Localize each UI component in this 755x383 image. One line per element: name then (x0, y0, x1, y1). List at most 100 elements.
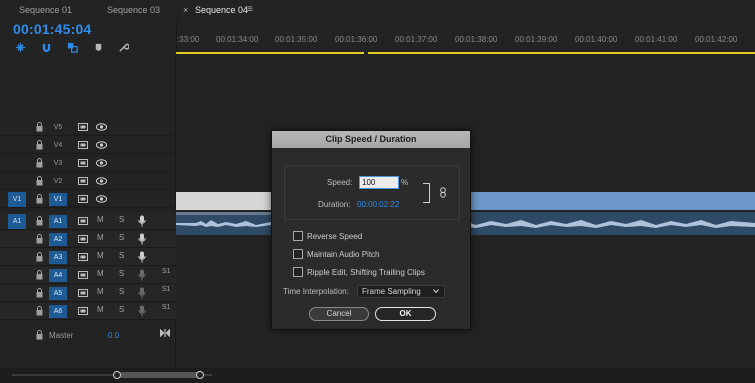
solo-button[interactable]: S (119, 233, 124, 242)
close-icon[interactable]: × (183, 0, 188, 20)
zoom-handle-left[interactable] (113, 371, 121, 379)
ripple-edit-label[interactable]: Ripple Edit, Shifting Trailing Clips (307, 268, 425, 277)
add-marker-icon[interactable] (92, 41, 104, 53)
duration-value[interactable]: 00:00:02:22 (357, 200, 399, 209)
lock-icon[interactable] (36, 140, 43, 150)
solo-button[interactable]: S (119, 251, 124, 260)
mute-button[interactable]: M (97, 287, 104, 296)
solo-button[interactable]: S (119, 269, 124, 278)
lock-icon[interactable] (36, 176, 43, 186)
tab-sequence-03[interactable]: Sequence 03 (107, 0, 160, 20)
microphone-icon[interactable] (138, 287, 146, 299)
microphone-icon[interactable] (138, 233, 146, 245)
source-patch-a1[interactable]: A1 (8, 214, 26, 229)
sync-lock-film-icon[interactable] (78, 217, 88, 225)
time-ruler[interactable]: :33:00 00:01:34:00 00:01:35:00 00:01:36:… (176, 20, 755, 56)
sync-lock-film-icon[interactable] (78, 123, 88, 131)
linked-selection-icon[interactable] (66, 41, 78, 53)
eye-icon[interactable] (96, 177, 107, 185)
ruler-label: 00:01:40:00 (575, 35, 618, 44)
track-name-a4[interactable]: A4 (49, 269, 67, 282)
mute-button[interactable]: M (97, 215, 104, 224)
go-to-end-icon[interactable] (160, 329, 170, 337)
lock-icon[interactable] (36, 216, 43, 226)
speed-input[interactable]: 100 (359, 176, 399, 189)
sync-lock-film-icon[interactable] (78, 177, 88, 185)
reverse-speed-checkbox[interactable] (293, 231, 303, 241)
track-name-v2[interactable]: V2 (49, 175, 67, 188)
insert-nest-icon[interactable] (14, 41, 26, 53)
lock-icon[interactable] (36, 306, 43, 316)
cancel-button[interactable]: Cancel (309, 307, 369, 321)
mute-button[interactable]: M (97, 305, 104, 314)
submix-label: S1 (162, 304, 171, 311)
track-name-a5[interactable]: A5 (49, 287, 67, 300)
maintain-audio-pitch-label[interactable]: Maintain Audio Pitch (307, 250, 380, 259)
sync-lock-film-icon[interactable] (78, 235, 88, 243)
lock-icon[interactable] (36, 194, 43, 204)
tab-sequence-04[interactable]: Sequence 04 (195, 0, 248, 20)
microphone-icon[interactable] (138, 251, 146, 263)
sync-lock-film-icon[interactable] (78, 195, 88, 203)
track-name-a1[interactable]: A1 (49, 215, 67, 228)
mute-button[interactable]: M (97, 233, 104, 242)
microphone-icon[interactable] (138, 215, 146, 227)
sync-lock-film-icon[interactable] (78, 271, 88, 279)
sync-lock-film-icon[interactable] (78, 307, 88, 315)
mute-button[interactable]: M (97, 269, 104, 278)
playhead-timecode[interactable]: 00:01:45:04 (13, 21, 91, 37)
track-name-a2[interactable]: A2 (49, 233, 67, 246)
wrench-settings-icon[interactable] (117, 41, 129, 53)
sync-lock-film-icon[interactable] (78, 289, 88, 297)
eye-icon[interactable] (96, 159, 107, 167)
speed-label: Speed: (327, 178, 353, 187)
zoom-handle-right[interactable] (196, 371, 204, 379)
microphone-icon[interactable] (138, 305, 146, 317)
eye-icon[interactable] (96, 141, 107, 149)
ripple-edit-checkbox[interactable] (293, 267, 303, 277)
chain-link-icon[interactable] (440, 187, 446, 198)
sync-lock-film-icon[interactable] (78, 159, 88, 167)
maintain-audio-pitch-checkbox[interactable] (293, 249, 303, 259)
solo-button[interactable]: S (119, 215, 124, 224)
dialog-title[interactable]: Clip Speed / Duration (272, 131, 470, 148)
track-name-a6[interactable]: A6 (49, 305, 67, 318)
mute-button[interactable]: M (97, 251, 104, 260)
ok-button[interactable]: OK (375, 307, 436, 321)
source-patch-v1[interactable]: V1 (8, 192, 26, 207)
lock-icon[interactable] (36, 158, 43, 168)
solo-button[interactable]: S (119, 287, 124, 296)
scroll-thumb[interactable] (118, 372, 200, 378)
track-name-v1[interactable]: V1 (49, 193, 67, 206)
lock-icon[interactable] (36, 252, 43, 262)
lock-icon[interactable] (36, 122, 43, 132)
master-track-label: Master (49, 331, 74, 340)
tab-menu-icon[interactable]: ≡ (247, 0, 253, 20)
track-row-a2: A2 M S (0, 231, 176, 248)
timeline-zoom-scrollbar[interactable] (0, 368, 755, 383)
tab-sequence-01[interactable]: Sequence 01 (19, 0, 72, 20)
master-volume-value[interactable]: 0.0 (108, 331, 119, 340)
eye-icon[interactable] (96, 195, 107, 203)
track-row-a6: A6 M S S1 (0, 303, 176, 320)
sync-lock-film-icon[interactable] (78, 141, 88, 149)
lock-icon[interactable] (36, 234, 43, 244)
track-row-v2: V2 (0, 173, 176, 190)
track-name-v4[interactable]: V4 (49, 139, 67, 152)
ruler-label: 00:01:41:00 (635, 35, 678, 44)
lock-icon[interactable] (36, 330, 43, 340)
solo-button[interactable]: S (119, 305, 124, 314)
sync-lock-film-icon[interactable] (78, 253, 88, 261)
time-interpolation-select[interactable]: Frame Sampling (357, 285, 445, 298)
snap-magnet-icon[interactable] (40, 41, 52, 53)
video-clip-selected[interactable] (470, 192, 755, 210)
reverse-speed-label[interactable]: Reverse Speed (307, 232, 362, 241)
track-name-v3[interactable]: V3 (49, 157, 67, 170)
microphone-icon[interactable] (138, 269, 146, 281)
lock-icon[interactable] (36, 270, 43, 280)
track-name-a3[interactable]: A3 (49, 251, 67, 264)
eye-icon[interactable] (96, 123, 107, 131)
track-name-v5[interactable]: V5 (49, 121, 67, 134)
lock-icon[interactable] (36, 288, 43, 298)
work-area-bar[interactable] (176, 52, 755, 54)
